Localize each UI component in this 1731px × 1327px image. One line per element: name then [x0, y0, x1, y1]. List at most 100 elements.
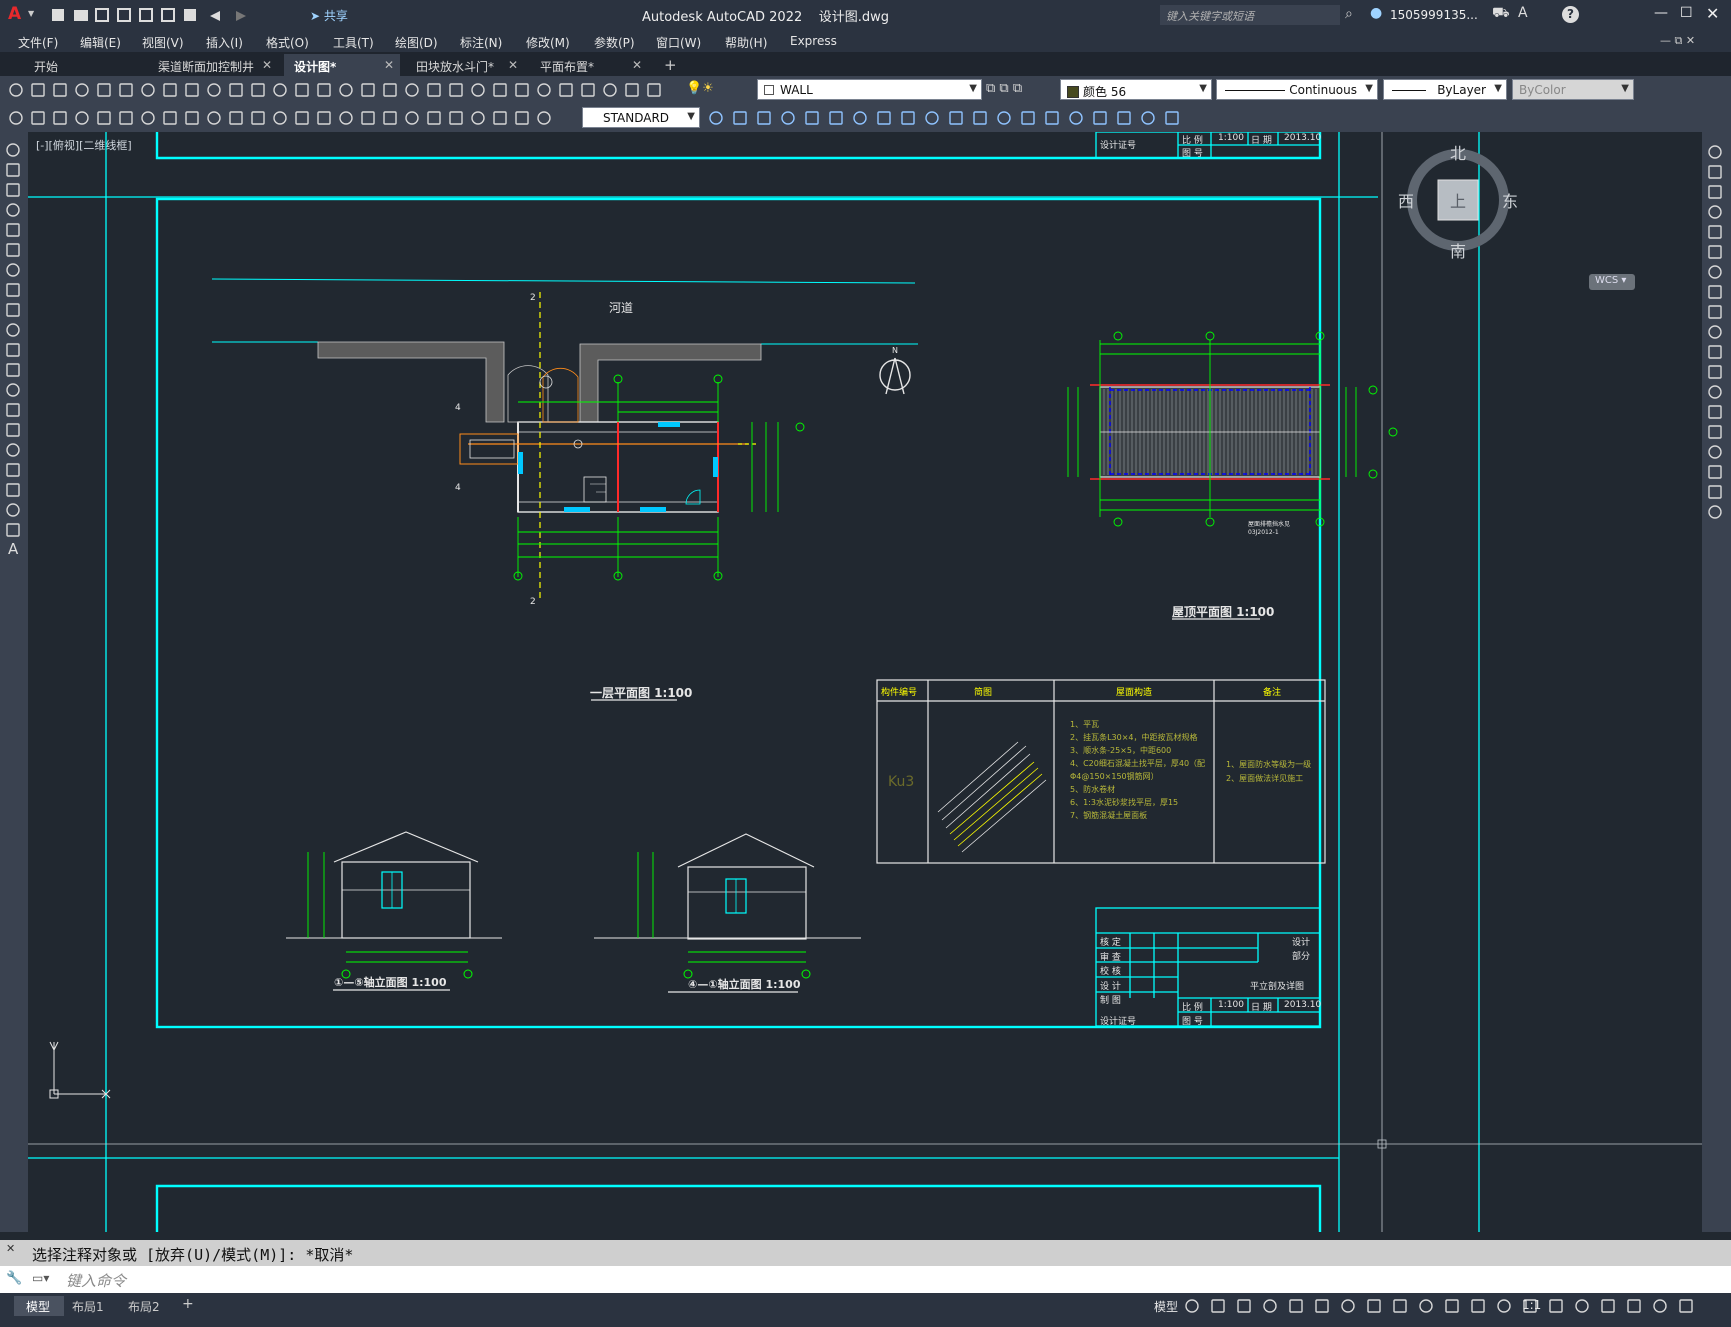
- menu-format[interactable]: 格式(O): [266, 34, 309, 51]
- tool-icon[interactable]: [6, 483, 20, 497]
- search-box[interactable]: 键入关键字或短语: [1160, 5, 1340, 25]
- tool-icon[interactable]: [9, 111, 23, 125]
- tool-icon[interactable]: [339, 83, 353, 97]
- modify-tool-icons[interactable]: [708, 109, 1208, 127]
- tool-icon[interactable]: [207, 111, 221, 125]
- layer-tool-icons[interactable]: ⧉ ⧉ ⧉: [986, 81, 1022, 96]
- menu-window[interactable]: 窗口(W): [656, 34, 701, 51]
- cad-drawing[interactable]: 2 2 4 4 N: [28, 132, 1702, 1232]
- layout-tab-1[interactable]: 布局1: [72, 1298, 104, 1315]
- close-icon[interactable]: ✕: [384, 58, 394, 72]
- tool-icon[interactable]: [805, 111, 819, 125]
- tool-icon[interactable]: [119, 83, 133, 97]
- tool-icon[interactable]: [53, 111, 67, 125]
- tab-field[interactable]: 田块放水斗门* ✕: [406, 54, 524, 76]
- tool-icon[interactable]: [6, 243, 20, 257]
- tool-icon[interactable]: [1575, 1299, 1589, 1313]
- tool-icon[interactable]: [949, 111, 963, 125]
- tool-icon[interactable]: [1117, 111, 1131, 125]
- tool-icon[interactable]: [1367, 1299, 1381, 1313]
- tool-icon[interactable]: [6, 443, 20, 457]
- tool-icon[interactable]: [733, 111, 747, 125]
- tool-icon[interactable]: [581, 83, 595, 97]
- wrench-icon[interactable]: 🔧: [6, 1271, 22, 1286]
- viewcube[interactable]: 北 南 东 西 上: [1398, 140, 1518, 261]
- viewcube-east[interactable]: 东: [1502, 188, 1518, 212]
- tool-icon[interactable]: [1708, 165, 1722, 179]
- tool-icon[interactable]: [1069, 111, 1083, 125]
- menu-tools[interactable]: 工具(T): [333, 34, 374, 51]
- tool-icon[interactable]: [757, 111, 771, 125]
- tool-icon[interactable]: [273, 111, 287, 125]
- close-icon[interactable]: ✕: [262, 58, 272, 72]
- annotation-scale[interactable]: 1:1: [1522, 1298, 1541, 1312]
- tool-icon[interactable]: [1093, 111, 1107, 125]
- lineweight-dropdown[interactable]: ByLayer ▼: [1383, 79, 1507, 100]
- tool-icon[interactable]: [6, 523, 20, 537]
- autocad-logo-icon[interactable]: A: [8, 5, 26, 23]
- share-button[interactable]: ➤ 共享: [310, 7, 348, 24]
- tool-icon[interactable]: [1708, 345, 1722, 359]
- textstyle-dropdown[interactable]: STANDARD ▼: [582, 107, 700, 128]
- tool-icon[interactable]: [647, 83, 661, 97]
- tool-icon[interactable]: [31, 83, 45, 97]
- menu-modify[interactable]: 修改(M): [526, 34, 570, 51]
- tool-icon[interactable]: [449, 111, 463, 125]
- tool-icon[interactable]: [537, 111, 551, 125]
- maximize-button[interactable]: ☐: [1680, 5, 1693, 21]
- tool-icon[interactable]: [6, 403, 20, 417]
- tool-icon[interactable]: [6, 363, 20, 377]
- menu-express[interactable]: Express: [790, 34, 837, 48]
- tool-icon[interactable]: [339, 111, 353, 125]
- tool-icon[interactable]: [141, 83, 155, 97]
- model-space-button[interactable]: 模型: [1154, 1298, 1178, 1315]
- tool-icon[interactable]: [709, 111, 723, 125]
- tool-icon[interactable]: [1627, 1299, 1641, 1313]
- new-tab-button[interactable]: +: [664, 56, 677, 74]
- tool-icon[interactable]: [6, 183, 20, 197]
- tool-icon[interactable]: [1708, 145, 1722, 159]
- tool-icon[interactable]: [1445, 1299, 1459, 1313]
- tool-icon[interactable]: [1393, 1299, 1407, 1313]
- tool-icon[interactable]: [1708, 265, 1722, 279]
- tool-icon[interactable]: [1708, 445, 1722, 459]
- layout-tab-2[interactable]: 布局2: [128, 1298, 160, 1315]
- viewcube-north[interactable]: 北: [1450, 140, 1466, 164]
- menu-edit[interactable]: 编辑(E): [80, 34, 121, 51]
- tool-icon[interactable]: [75, 83, 89, 97]
- tool-icon[interactable]: [1708, 325, 1722, 339]
- plotstyle-dropdown[interactable]: ByColor ▼: [1512, 79, 1634, 100]
- tool-icon[interactable]: [119, 111, 133, 125]
- tool-icon[interactable]: [1263, 1299, 1277, 1313]
- tool-icon[interactable]: [1708, 365, 1722, 379]
- tool-icon[interactable]: [6, 503, 20, 517]
- tool-icon[interactable]: [1708, 225, 1722, 239]
- tool-icon[interactable]: [1315, 1299, 1329, 1313]
- tool-icon[interactable]: [141, 111, 155, 125]
- tool-icon[interactable]: [901, 111, 915, 125]
- tool-icon[interactable]: [493, 83, 507, 97]
- command-prompt-icon[interactable]: ▭▾: [32, 1271, 49, 1285]
- tool-icon[interactable]: [405, 83, 419, 97]
- tool-icon[interactable]: [6, 203, 20, 217]
- layer-state-icons[interactable]: 💡☀: [686, 81, 714, 96]
- chevron-down-icon[interactable]: ▼: [28, 9, 34, 18]
- tool-icon[interactable]: [1708, 285, 1722, 299]
- tool-icon[interactable]: [427, 83, 441, 97]
- tool-icon[interactable]: [515, 111, 529, 125]
- tool-icon[interactable]: [405, 111, 419, 125]
- tool-icon[interactable]: [1549, 1299, 1563, 1313]
- tool-icon[interactable]: [163, 111, 177, 125]
- tool-icon[interactable]: [1708, 505, 1722, 519]
- tool-icon[interactable]: [1708, 425, 1722, 439]
- close-button[interactable]: ✕: [1706, 4, 1719, 23]
- tool-icon[interactable]: [1708, 185, 1722, 199]
- tool-icon[interactable]: [1601, 1299, 1615, 1313]
- tool-icon[interactable]: [1708, 405, 1722, 419]
- tool-icon[interactable]: [877, 111, 891, 125]
- tool-icon[interactable]: [6, 223, 20, 237]
- linetype-dropdown[interactable]: Continuous ▼: [1216, 79, 1378, 100]
- command-line[interactable]: 🔧 ▭▾ 键入命令: [0, 1266, 1731, 1293]
- cart-icon[interactable]: ⛟: [1492, 5, 1510, 23]
- quick-access-icons[interactable]: [50, 6, 270, 24]
